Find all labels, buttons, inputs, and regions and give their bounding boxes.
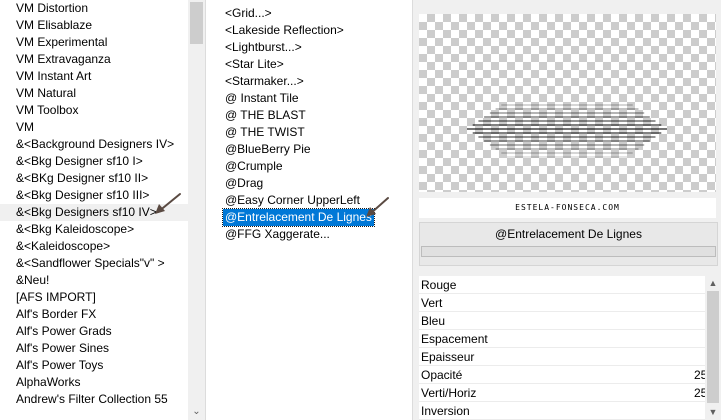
triangle-down-icon[interactable]: ▼ bbox=[705, 404, 721, 420]
parameter-label: Bleu bbox=[421, 314, 446, 328]
preview-effect bbox=[467, 104, 667, 158]
chevron-down-icon[interactable]: ⌄ bbox=[188, 403, 205, 420]
category-item[interactable]: Alf's Power Grads bbox=[0, 323, 188, 340]
parameter-row[interactable]: Verti/Horiz 255 bbox=[419, 384, 718, 402]
category-item[interactable]: VM Toolbox bbox=[0, 102, 188, 119]
parameter-row[interactable]: Rouge0 bbox=[419, 276, 718, 294]
parameter-scrollbar-thumb[interactable] bbox=[707, 291, 719, 403]
preview-line bbox=[472, 132, 662, 134]
parameter-label: Inversion bbox=[421, 404, 470, 418]
filter-item[interactable]: <Star Lite> bbox=[223, 56, 286, 73]
filter-item[interactable]: @Drag bbox=[223, 175, 265, 192]
preview-line bbox=[501, 152, 633, 154]
parameter-label: Rouge bbox=[421, 278, 457, 292]
preview-image bbox=[419, 14, 716, 192]
parameter-row[interactable]: Inversion0 bbox=[419, 402, 718, 420]
parameter-row[interactable]: Vert0 bbox=[419, 294, 718, 312]
preview-line bbox=[501, 104, 633, 106]
category-item[interactable]: VM Distortion bbox=[0, 0, 188, 17]
parameter-scrollbar[interactable]: ▲ ▼ bbox=[705, 275, 721, 420]
filter-item[interactable]: @FFG Xaggerate... bbox=[223, 226, 332, 243]
category-item[interactable]: Andrew's Filter Collection 55 bbox=[0, 391, 188, 408]
parameter-row[interactable]: Bleu0 bbox=[419, 312, 718, 330]
category-item[interactable]: &<BKg Designer sf10 II> bbox=[0, 170, 188, 187]
category-item[interactable]: VM Natural bbox=[0, 85, 188, 102]
filter-item[interactable]: @ THE TWIST bbox=[223, 124, 307, 141]
preview-line bbox=[478, 120, 656, 122]
category-item[interactable]: VM Elisablaze bbox=[0, 17, 188, 34]
filter-item[interactable]: @Crumple bbox=[223, 158, 285, 175]
parameter-list: Rouge0Vert0Bleu0Espacement2Epaisseur1Opa… bbox=[419, 276, 718, 420]
parameter-row[interactable]: Epaisseur1 bbox=[419, 348, 718, 366]
preview-line bbox=[472, 124, 662, 126]
category-item[interactable]: VM Instant Art bbox=[0, 68, 188, 85]
category-item[interactable]: AlphaWorks bbox=[0, 374, 188, 391]
parameter-label: Epaisseur bbox=[421, 350, 475, 364]
category-item[interactable]: &Neu! bbox=[0, 272, 188, 289]
category-item[interactable]: &<Background Designers IV> bbox=[0, 136, 188, 153]
category-item[interactable]: Alf's Power Toys bbox=[0, 357, 188, 374]
category-scrollbar-thumb[interactable] bbox=[190, 2, 203, 44]
filter-item[interactable]: <Lightburst...> bbox=[223, 39, 304, 56]
preview-line bbox=[478, 136, 656, 138]
watermark-text: ESTELA-FONSECA.COM bbox=[419, 198, 716, 218]
category-item[interactable]: VM Extravaganza bbox=[0, 51, 188, 68]
parameter-label: Opacité bbox=[421, 368, 463, 382]
triangle-up-icon[interactable]: ▲ bbox=[705, 275, 721, 291]
category-item[interactable]: &<Sandflower Specials"v" > bbox=[0, 255, 188, 272]
category-item[interactable]: Alf's Border FX bbox=[0, 306, 188, 323]
filter-item[interactable]: @ Instant Tile bbox=[223, 90, 301, 107]
category-item[interactable]: VM bbox=[0, 119, 188, 136]
category-item[interactable]: &<Kaleidoscope> bbox=[0, 238, 188, 255]
filter-item[interactable]: @BlueBerry Pie bbox=[223, 141, 313, 158]
preview-line bbox=[484, 116, 650, 118]
filter-item[interactable]: <Grid...> bbox=[223, 5, 274, 22]
arrow-icon bbox=[155, 193, 181, 214]
preview-line bbox=[467, 128, 667, 130]
parameter-row[interactable]: Espacement2 bbox=[419, 330, 718, 348]
filter-item[interactable]: @ THE BLAST bbox=[223, 107, 308, 124]
category-item[interactable]: Alf's Power Sines bbox=[0, 340, 188, 357]
preview-line bbox=[484, 140, 650, 142]
preview-line bbox=[489, 112, 645, 114]
progress-bar bbox=[421, 246, 716, 257]
filter-item-selected[interactable]: @Entrelacement De Lignes bbox=[222, 208, 375, 227]
category-scrollbar[interactable]: ⌄ bbox=[188, 0, 205, 420]
preview-line bbox=[495, 148, 639, 150]
parameter-label: Vert bbox=[421, 296, 443, 310]
filter-name: @Entrelacement De Lignes bbox=[495, 227, 642, 241]
category-item[interactable]: [AFS IMPORT] bbox=[0, 289, 188, 306]
parameter-label: Espacement bbox=[421, 332, 488, 346]
parameter-label: Verti/Horiz bbox=[421, 386, 477, 400]
filter-name-box: @Entrelacement De Lignes bbox=[419, 222, 718, 266]
filter-item[interactable]: <Lakeside Reflection> bbox=[223, 22, 346, 39]
category-item[interactable]: VM Experimental bbox=[0, 34, 188, 51]
category-item[interactable]: &<Bkg Designer sf10 I> bbox=[0, 153, 188, 170]
preview-line bbox=[495, 108, 639, 110]
filter-settings-panel: ESTELA-FONSECA.COM @Entrelacement De Lig… bbox=[413, 0, 721, 420]
filter-item[interactable]: <Starmaker...> bbox=[223, 73, 306, 90]
arrow-icon bbox=[366, 197, 389, 217]
preview-line bbox=[489, 144, 645, 146]
filter-item[interactable]: @Easy Corner UpperLeft bbox=[223, 192, 362, 209]
preview-line bbox=[507, 156, 627, 158]
category-item[interactable]: &<Bkg Kaleidoscope> bbox=[0, 221, 188, 238]
parameter-row[interactable]: Opacité 255 bbox=[419, 366, 718, 384]
